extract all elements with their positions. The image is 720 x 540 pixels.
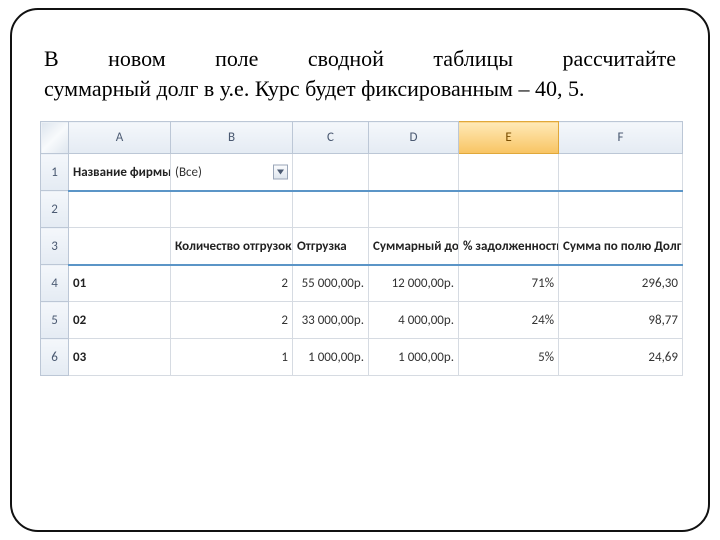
hdr-c: Отгрузка bbox=[293, 228, 369, 265]
instruction-rest: суммарный долг в у.е. Курс будет фиксиро… bbox=[44, 74, 676, 104]
row-2: 2 bbox=[41, 191, 683, 228]
cell-e4[interactable]: 71% bbox=[459, 265, 559, 302]
filter-value: (Все) bbox=[175, 165, 202, 180]
cell-d1[interactable] bbox=[369, 154, 459, 191]
col-header-f[interactable]: F bbox=[559, 122, 683, 154]
cell-a4[interactable]: 01 bbox=[69, 265, 171, 302]
sheet-table: A B C D E F 1 Название фирмы (Все) bbox=[40, 121, 683, 376]
hdr-e: % задолженности bbox=[459, 228, 559, 265]
cell-c1[interactable] bbox=[293, 154, 369, 191]
instruction-paragraph: В новом поле сводной таблицы рассчитайте… bbox=[44, 44, 676, 103]
cell-d2[interactable] bbox=[369, 191, 459, 228]
spreadsheet: A B C D E F 1 Название фирмы (Все) bbox=[40, 121, 680, 376]
cell-b4[interactable]: 2 bbox=[171, 265, 293, 302]
instruction-line1: В новом поле сводной таблицы рассчитайте bbox=[44, 44, 676, 74]
cell-c5[interactable]: 33 000,00р. bbox=[293, 302, 369, 339]
cell-d5[interactable]: 4 000,00р. bbox=[369, 302, 459, 339]
filter-value-cell[interactable]: (Все) bbox=[171, 154, 293, 191]
select-all-corner[interactable] bbox=[41, 122, 69, 154]
cell-b5[interactable]: 2 bbox=[171, 302, 293, 339]
slide-frame: В новом поле сводной таблицы рассчитайте… bbox=[10, 8, 710, 532]
col-header-c[interactable]: C bbox=[293, 122, 369, 154]
hdr-b: Количество отгрузок bbox=[171, 228, 293, 265]
cell-c6[interactable]: 1 000,00р. bbox=[293, 339, 369, 376]
cell-f6[interactable]: 24,69 bbox=[559, 339, 683, 376]
cell-c2[interactable] bbox=[293, 191, 369, 228]
row-1: 1 Название фирмы (Все) bbox=[41, 154, 683, 191]
row-3: 3 Количество отгрузок Отгрузка Суммарный… bbox=[41, 228, 683, 265]
filter-label: Название фирмы bbox=[69, 154, 171, 191]
row-6: 6 03 1 1 000,00р. 1 000,00р. 5% 24,69 bbox=[41, 339, 683, 376]
col-header-b[interactable]: B bbox=[171, 122, 293, 154]
row-header-1[interactable]: 1 bbox=[41, 154, 69, 191]
row-header-5[interactable]: 5 bbox=[41, 302, 69, 339]
cell-d6[interactable]: 1 000,00р. bbox=[369, 339, 459, 376]
cell-d4[interactable]: 12 000,00р. bbox=[369, 265, 459, 302]
col-header-d[interactable]: D bbox=[369, 122, 459, 154]
cell-e6[interactable]: 5% bbox=[459, 339, 559, 376]
cell-e5[interactable]: 24% bbox=[459, 302, 559, 339]
cell-b2[interactable] bbox=[171, 191, 293, 228]
cell-b6[interactable]: 1 bbox=[171, 339, 293, 376]
cell-f1[interactable] bbox=[559, 154, 683, 191]
cell-e2[interactable] bbox=[459, 191, 559, 228]
row-5: 5 02 2 33 000,00р. 4 000,00р. 24% 98,77 bbox=[41, 302, 683, 339]
row-header-4[interactable]: 4 bbox=[41, 265, 69, 302]
hdr-f: Сумма по полю Долг в у.е. bbox=[559, 228, 683, 265]
cell-a3[interactable] bbox=[69, 228, 171, 265]
col-header-a[interactable]: A bbox=[69, 122, 171, 154]
cell-a5[interactable]: 02 bbox=[69, 302, 171, 339]
cell-a6[interactable]: 03 bbox=[69, 339, 171, 376]
col-header-e[interactable]: E bbox=[459, 122, 559, 154]
hdr-d: Суммарный долг bbox=[369, 228, 459, 265]
row-4: 4 01 2 55 000,00р. 12 000,00р. 71% 296,3… bbox=[41, 265, 683, 302]
cell-f5[interactable]: 98,77 bbox=[559, 302, 683, 339]
cell-a2[interactable] bbox=[69, 191, 171, 228]
cell-f4[interactable]: 296,30 bbox=[559, 265, 683, 302]
row-header-2[interactable]: 2 bbox=[41, 191, 69, 228]
filter-dropdown[interactable] bbox=[273, 165, 288, 180]
row-header-3[interactable]: 3 bbox=[41, 228, 69, 265]
row-header-6[interactable]: 6 bbox=[41, 339, 69, 376]
cell-c4[interactable]: 55 000,00р. bbox=[293, 265, 369, 302]
cell-f2[interactable] bbox=[559, 191, 683, 228]
chevron-down-icon bbox=[277, 170, 284, 175]
cell-e1[interactable] bbox=[459, 154, 559, 191]
column-header-row: A B C D E F bbox=[41, 122, 683, 154]
